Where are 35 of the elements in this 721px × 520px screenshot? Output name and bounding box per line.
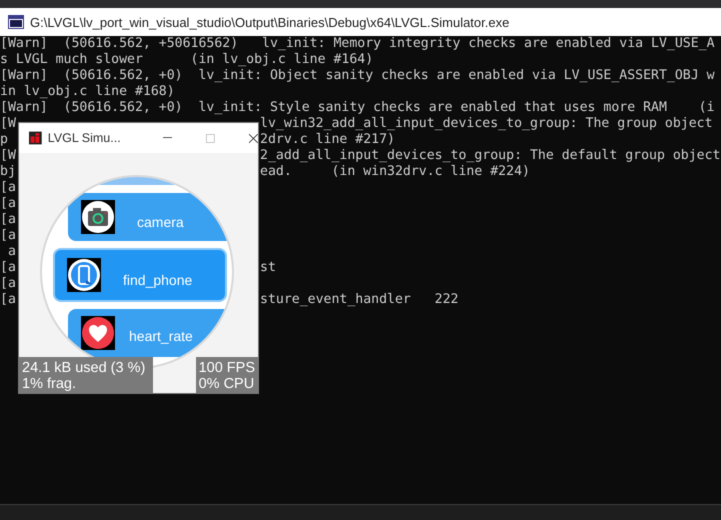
log-line: [a [0, 228, 17, 244]
log-line: 2drv.c line #217) [260, 132, 395, 148]
phone-icon [67, 258, 101, 292]
log-line: [a [0, 212, 17, 228]
log-line: [a [0, 196, 17, 212]
memory-monitor: 24.1 kB used (3 %) 1% frag. [19, 357, 153, 393]
log-line: [a [0, 292, 17, 308]
log-line: [a [0, 276, 17, 292]
log-line: a [6, 244, 17, 260]
app-icon [29, 130, 42, 146]
log-line: s LVGL much slower (in lv_obj.c line #164) [0, 52, 374, 68]
list-item[interactable]: find_phone [53, 248, 227, 302]
log-line: in lv_obj.c line #168) [0, 84, 175, 100]
close-icon[interactable] [249, 132, 258, 144]
performance-monitor: 100 FPS 0% CPU [196, 357, 258, 393]
console-icon [8, 15, 24, 29]
log-line: [Warn] (50616.562, +0) lv_init: Object sanity checks are enabled via LV_USE_ASSERT_OBJ w [0, 68, 715, 84]
log-line: [Warn] (50616.562, +50616562) lv_init: Memory integrity checks are enabled via LV_USE_A [0, 36, 715, 52]
log-line: ead. (in win32drv.c line #224) [260, 164, 530, 180]
log-line: [W [0, 116, 17, 132]
window-title: G:\LVGL\lv_port_win_visual_studio\Output\Binaries\Debug\x64\LVGL.Simulator.exe [30, 14, 510, 30]
log-line: [Warn] (50616.562, +0) lv_init: Style sanity checks are enabled that uses more RAM (i [0, 100, 715, 116]
log-line: lv_win32_add_all_input_devices_to_group: The group object [260, 116, 713, 132]
log-line: sture_event_handler 222 [260, 292, 458, 308]
log-line: st [260, 260, 276, 276]
window-title: LVGL Simu... [48, 131, 122, 145]
heart-icon [81, 316, 115, 350]
camera-icon [81, 200, 115, 234]
log-line: bj [0, 164, 17, 180]
log-line: p [0, 132, 9, 148]
log-line: [a [0, 180, 17, 196]
log-line: 2_add_all_input_devices_to_group: The default group object [260, 148, 720, 164]
log-line: [W [0, 148, 17, 164]
log-line: [a [0, 260, 17, 276]
minimize-icon[interactable] [162, 137, 172, 139]
